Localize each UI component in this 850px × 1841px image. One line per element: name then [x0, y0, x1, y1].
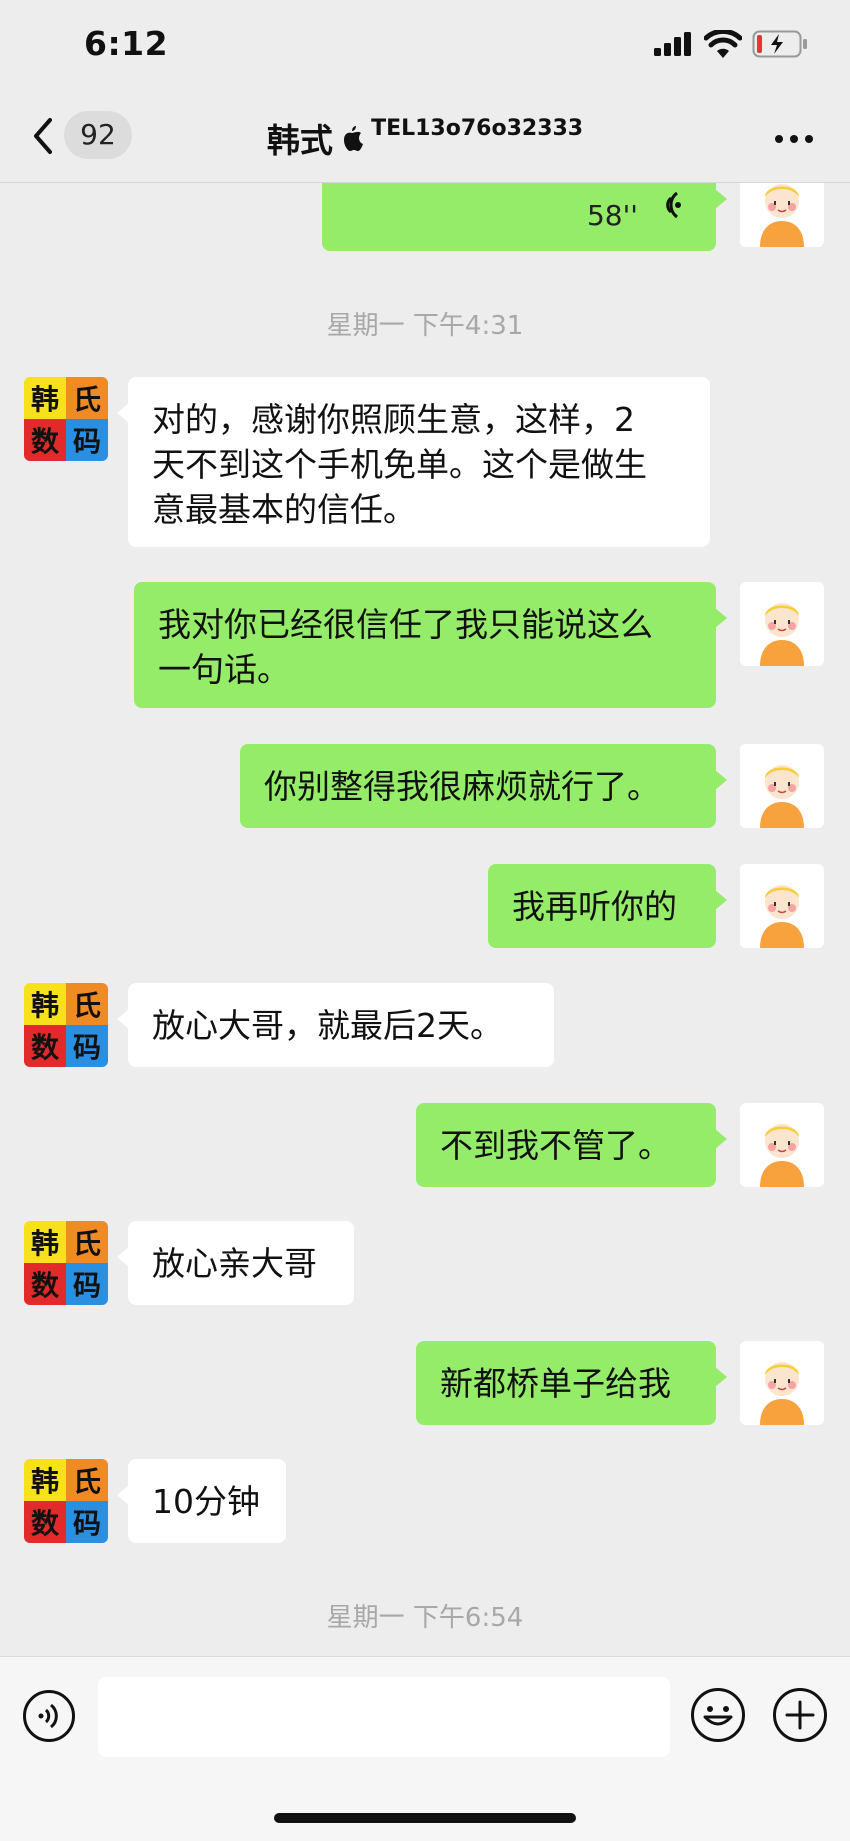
message-line: 一句话。 — [158, 650, 290, 689]
message-line: 放心大哥，就最后2天。 — [152, 1006, 503, 1045]
status-time: 6:12 — [84, 24, 169, 63]
contact-avatar[interactable]: 韩 氏 数 码 — [24, 377, 108, 461]
message-bubble-sent[interactable]: 我再听你的 — [488, 864, 727, 948]
apple-logo-icon — [343, 126, 363, 151]
message-line: 对的，感谢你照顾生意，这样，2 — [152, 400, 635, 439]
message-line: 天不到这个手机免单。这个是做生 — [152, 445, 647, 484]
contact-name: 韩式 — [266, 121, 333, 160]
voice-input-icon[interactable] — [22, 1689, 76, 1743]
message-line: 意最基本的信任。 — [152, 490, 416, 529]
my-avatar[interactable] — [740, 1341, 824, 1425]
message-bubble-received[interactable]: 放心大哥，就最后2天。 — [117, 983, 554, 1067]
message-line: 不到我不管了。 — [440, 1126, 671, 1165]
message-line: 新都桥单子给我 — [440, 1364, 671, 1403]
status-bar: 6:12 — [0, 0, 850, 96]
cartoon-boy-avatar-icon — [740, 864, 824, 948]
message-bubble-received[interactable]: 对的，感谢你照顾生意，这样，2 天不到这个手机免单。这个是做生 意最基本的信任。 — [117, 377, 710, 547]
chat-title: 韩式 TEL13o76o32333 — [0, 114, 850, 162]
my-avatar[interactable] — [740, 864, 824, 948]
cartoon-boy-avatar-icon — [740, 1341, 824, 1425]
cartoon-boy-avatar-icon — [740, 1103, 824, 1187]
cartoon-boy-avatar-icon — [740, 744, 824, 828]
cartoon-boy-avatar-icon — [740, 582, 824, 666]
message-bubble-sent[interactable]: 新都桥单子给我 — [416, 1341, 727, 1425]
message-bubble-sent[interactable]: 你别整得我很麻烦就行了。 — [240, 744, 727, 828]
home-indicator[interactable] — [274, 1813, 576, 1823]
contact-avatar[interactable]: 韩 氏 数 码 — [24, 1221, 108, 1305]
contact-avatar[interactable]: 韩 氏 数 码 — [24, 983, 108, 1067]
message-input[interactable] — [98, 1677, 670, 1757]
voice-wave-icon — [666, 191, 681, 219]
cartoon-boy-avatar-icon — [740, 183, 824, 247]
battery-charging-icon — [752, 30, 807, 58]
hanshi-digital-logo-icon: 韩 氏 数 码 — [24, 1221, 108, 1305]
message-line: 放心亲大哥 — [152, 1244, 317, 1283]
cellular-signal-icon — [654, 32, 691, 56]
my-avatar[interactable] — [740, 582, 824, 666]
emoji-icon[interactable] — [690, 1687, 746, 1743]
timestamp: 星期一 下午4:31 — [326, 311, 524, 341]
message-line: 你别整得我很麻烦就行了。 — [264, 767, 660, 806]
my-avatar[interactable] — [740, 1103, 824, 1187]
message-line: 我再听你的 — [512, 887, 677, 926]
message-bubble-received[interactable]: 10分钟 — [117, 1459, 286, 1543]
hanshi-digital-logo-icon: 韩 氏 数 码 — [24, 983, 108, 1067]
plus-icon[interactable] — [772, 1687, 828, 1743]
my-avatar[interactable] — [740, 744, 824, 828]
more-icon[interactable] — [774, 134, 814, 144]
message-line: 我对你已经很信任了我只能说这么 — [158, 605, 653, 644]
voice-message-bubble[interactable]: 58'' — [322, 183, 727, 251]
message-bubble-received[interactable]: 放心亲大哥 — [117, 1221, 354, 1305]
message-bubble-sent[interactable]: 不到我不管了。 — [416, 1103, 727, 1187]
chat-header: 92 韩式 TEL13o76o32333 — [0, 96, 850, 183]
hanshi-digital-logo-icon: 韩 氏 数 码 — [24, 377, 108, 461]
contact-tel: TEL13o76o32333 — [371, 116, 584, 141]
message-line: 10分钟 — [152, 1482, 260, 1521]
hanshi-digital-logo-icon: 韩 氏 数 码 — [24, 1459, 108, 1543]
message-bubble-sent[interactable]: 我对你已经很信任了我只能说这么 一句话。 — [134, 582, 727, 708]
wifi-icon — [704, 30, 742, 58]
input-bar — [0, 1656, 850, 1841]
my-avatar[interactable] — [740, 183, 824, 247]
timestamp: 星期一 下午6:54 — [326, 1603, 524, 1633]
message-list[interactable]: 58'' 星期一 下午4:31 韩 氏 数 码 对的，感谢你照顾生意，这样，2 — [0, 183, 850, 1655]
contact-avatar[interactable]: 韩 氏 数 码 — [24, 1459, 108, 1543]
voice-duration: 58'' — [586, 199, 638, 232]
